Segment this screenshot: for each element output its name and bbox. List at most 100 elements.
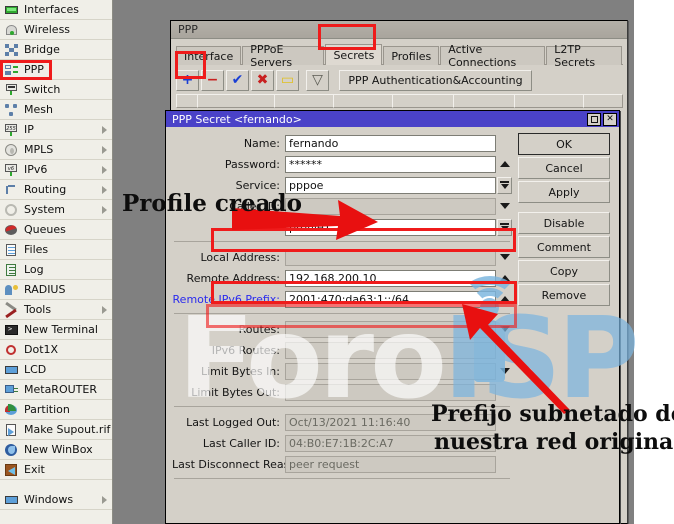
field-input-password[interactable]: ******: [285, 156, 496, 173]
disable-button[interactable]: Disable: [518, 212, 610, 234]
chevron-right-icon: [102, 146, 107, 154]
field-input-limit-bytes-in[interactable]: [285, 363, 496, 380]
field-input-remote-ipv6-prefix[interactable]: 2001:470:da63:1::/64: [285, 291, 496, 308]
routing-icon: [4, 183, 19, 197]
tab-secrets[interactable]: Secrets: [325, 44, 382, 65]
sidebar-item-lcd[interactable]: LCD: [0, 360, 112, 380]
ppp-authentication-accounting-button[interactable]: PPP Authentication&Accounting: [339, 70, 532, 91]
sidebar-item-ipv6[interactable]: v6IPv6: [0, 160, 112, 180]
field-input-local-address[interactable]: [285, 249, 496, 266]
field-input-caller-id[interactable]: [285, 198, 496, 215]
copy-button[interactable]: Copy: [518, 260, 610, 282]
field-label-profile: Profile:: [172, 221, 285, 234]
sidebar-item-radius[interactable]: RADIUS: [0, 280, 112, 300]
dropdown-arrow-icon[interactable]: [497, 219, 512, 236]
sidebar-item-mesh[interactable]: Mesh: [0, 100, 112, 120]
sidebar-item-new-winbox[interactable]: New WinBox: [0, 440, 112, 460]
sidebar-item-exit[interactable]: Exit: [0, 460, 112, 480]
winbox-icon: [4, 443, 19, 457]
expand-down-icon[interactable]: [497, 321, 512, 338]
tools-icon: [4, 303, 19, 317]
comment-button[interactable]: Comment: [518, 236, 610, 258]
filter-button[interactable]: ▽: [306, 70, 329, 91]
field-input-profile[interactable]: profile1: [285, 219, 496, 236]
field-input-last-logged-out[interactable]: Oct/13/2021 11:16:40: [285, 414, 496, 431]
list-col-caller-id[interactable]: [392, 94, 454, 108]
close-icon[interactable]: ✕: [603, 113, 617, 126]
sidebar-item-files[interactable]: Files: [0, 240, 112, 260]
sidebar-item-label: Interfaces: [24, 3, 79, 16]
remove-button[interactable]: Remove: [518, 284, 610, 306]
list-col-local-address[interactable]: [514, 94, 584, 108]
sidebar-item-wireless[interactable]: Wireless: [0, 20, 112, 40]
chevron-right-icon: [102, 126, 107, 134]
sidebar-item-dot1x[interactable]: Dot1X: [0, 340, 112, 360]
sidebar-item-ip[interactable]: 255IP: [0, 120, 112, 140]
sidebar-item-interfaces[interactable]: Interfaces: [0, 0, 112, 20]
disable-button[interactable]: ✖: [251, 70, 274, 91]
tab-interface[interactable]: Interface: [176, 46, 241, 65]
dropdown-arrow-icon[interactable]: [497, 177, 512, 194]
winbox-main-menu[interactable]: Interfaces WirelessBridgePPPSwitchMesh255…: [0, 0, 113, 524]
list-col-profile[interactable]: [453, 94, 515, 108]
field-input-service[interactable]: pppoe: [285, 177, 496, 194]
chevron-right-icon: [102, 186, 107, 194]
field-input-last-caller-id[interactable]: 04:B0:E7:1B:2C:A7: [285, 435, 496, 452]
expand-up-icon[interactable]: [497, 291, 512, 308]
sidebar-item-switch[interactable]: Switch: [0, 80, 112, 100]
list-col-service[interactable]: [333, 94, 393, 108]
expand-up-icon[interactable]: [497, 156, 512, 173]
field-row-service: Service:pppoe: [172, 175, 512, 195]
sidebar-item-routing[interactable]: Routing: [0, 180, 112, 200]
remove-button[interactable]: −: [201, 70, 224, 91]
tab-pppoe-servers[interactable]: PPPoE Servers: [242, 46, 324, 65]
sidebar-item-queues[interactable]: Queues: [0, 220, 112, 240]
sidebar-item-windows[interactable]: Windows: [0, 490, 112, 510]
expand-down-icon[interactable]: [497, 342, 512, 359]
sidebar-item-log[interactable]: Log: [0, 260, 112, 280]
field-input-remote-address[interactable]: 192.168.200.10: [285, 270, 496, 287]
windows-icon: [4, 493, 19, 507]
ppp-window-titlebar[interactable]: PPP: [171, 21, 627, 39]
ppp-toolbar[interactable]: +−✔ ✖ ▭ ▽ PPP Authentication&Accounting: [176, 68, 623, 92]
secrets-list-header[interactable]: [176, 94, 623, 108]
expand-down-icon[interactable]: [497, 198, 512, 215]
field-input-ipv6-routes[interactable]: [285, 342, 496, 359]
ppp-tab-bar[interactable]: InterfacePPPoE ServersSecretsProfilesAct…: [176, 44, 623, 65]
add-button[interactable]: +: [176, 70, 199, 91]
list-col-password[interactable]: [274, 94, 334, 108]
tab-profiles[interactable]: Profiles: [383, 46, 439, 65]
sidebar-item-make-supout-rif[interactable]: Make Supout.rif: [0, 420, 112, 440]
sidebar-item-mpls[interactable]: MPLS: [0, 140, 112, 160]
sidebar-item-metarouter[interactable]: MetaROUTER: [0, 380, 112, 400]
expand-down-icon[interactable]: [497, 249, 512, 266]
cancel-button[interactable]: Cancel: [518, 157, 610, 179]
sidebar-item-tools[interactable]: Tools: [0, 300, 112, 320]
disable-icon: ✖: [257, 72, 269, 88]
list-col-flags[interactable]: [176, 94, 198, 108]
dialog-button-column[interactable]: OKCancelApply DisableCommentCopyRemove: [518, 133, 610, 484]
expand-up-icon[interactable]: [497, 270, 512, 287]
comment-button[interactable]: ▭: [276, 70, 299, 91]
expand-down-icon[interactable]: [497, 363, 512, 380]
tab-active-connections[interactable]: Active Connections: [440, 46, 545, 65]
list-col-remote-address[interactable]: [583, 94, 623, 108]
field-input-limit-bytes-out[interactable]: [285, 384, 496, 401]
sidebar-item-label: Make Supout.rif: [24, 423, 110, 436]
tab-l2tp-secrets[interactable]: L2TP Secrets: [546, 46, 622, 65]
ok-button[interactable]: OK: [518, 133, 610, 155]
field-input-last-disconnect-reason[interactable]: peer request: [285, 456, 496, 473]
field-input-name[interactable]: fernando: [285, 135, 496, 152]
field-input-routes[interactable]: [285, 321, 496, 338]
maximize-icon[interactable]: [587, 113, 601, 126]
menu-separator: [0, 480, 112, 490]
sidebar-item-bridge[interactable]: Bridge: [0, 40, 112, 60]
sidebar-item-system[interactable]: System: [0, 200, 112, 220]
dialog-titlebar[interactable]: PPP Secret <fernando> ✕: [166, 111, 619, 127]
enable-button[interactable]: ✔: [226, 70, 249, 91]
sidebar-item-ppp[interactable]: PPP: [0, 60, 112, 80]
sidebar-item-partition[interactable]: Partition: [0, 400, 112, 420]
sidebar-item-new-terminal[interactable]: New Terminal: [0, 320, 112, 340]
list-col-name[interactable]: [197, 94, 275, 108]
apply-button[interactable]: Apply: [518, 181, 610, 203]
